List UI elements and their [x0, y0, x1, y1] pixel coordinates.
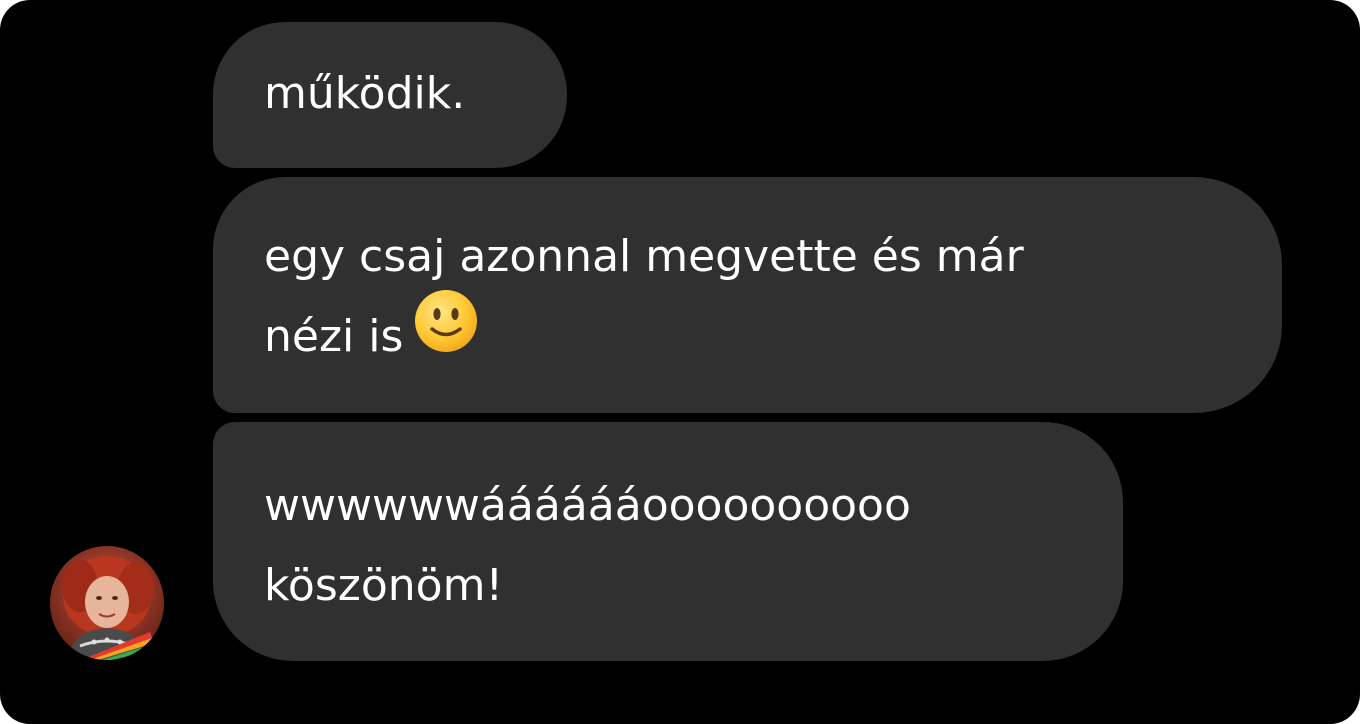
avatar[interactable] — [50, 546, 164, 660]
message-text: köszönöm! — [264, 560, 504, 611]
message-bubble-2[interactable]: egy csaj azonnal megvette és már nézi is — [213, 177, 1282, 413]
message-text: wwwwwwááááááoooooooooo — [264, 480, 911, 531]
slightly-smiling-face-icon — [413, 288, 479, 380]
message-text: nézi is — [264, 311, 404, 362]
chat-thread: működik. egy csaj azonnal megvette és má… — [0, 0, 1360, 724]
message-text-line-2: nézi is — [264, 290, 1282, 380]
message-text: működik. — [264, 68, 466, 119]
message-bubble-3[interactable]: wwwwwwááááááoooooooooo köszönöm! — [213, 422, 1123, 661]
profile-photo-icon — [50, 546, 164, 660]
message-bubble-1[interactable]: működik. — [213, 22, 567, 168]
message-text: egy csaj azonnal megvette és már — [264, 231, 1024, 282]
